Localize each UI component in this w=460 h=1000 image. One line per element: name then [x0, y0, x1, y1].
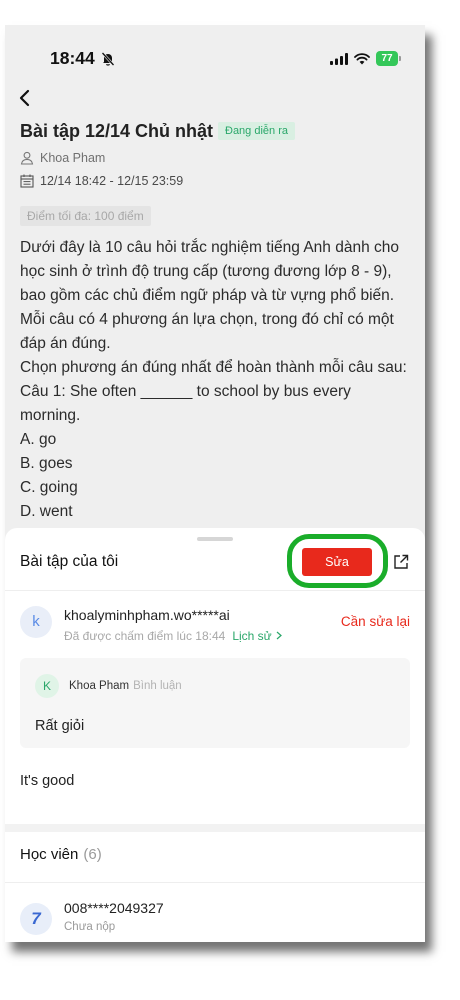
- description-line: Mỗi câu có 4 phương án lựa chọn, trong đ…: [20, 311, 394, 328]
- sheet-title: Bài tập của tôi: [20, 553, 119, 570]
- description-line: D. went: [20, 503, 73, 520]
- description-line: Câu 1: She often ______ to school by bus…: [20, 383, 351, 400]
- calendar-icon: [20, 174, 34, 188]
- history-link[interactable]: Lịch sử: [232, 628, 282, 643]
- comment-header: Khoa Pham Bình luận: [69, 678, 182, 694]
- section-separator: [5, 824, 425, 832]
- battery-icon: 77: [376, 51, 401, 66]
- description-line: đáp án đúng.: [20, 335, 111, 352]
- max-score-badge: Điểm tối đa: 100 điểm: [20, 206, 151, 226]
- status-badge: Đang diễn ra: [218, 122, 295, 140]
- edit-button[interactable]: Sửa: [302, 548, 372, 576]
- graded-text: Đã được chấm điểm lúc 18:44: [64, 629, 226, 643]
- description-line: Chọn phương án đúng nhất để hoàn thành m…: [20, 359, 407, 376]
- student-status: Chưa nộp: [64, 921, 116, 933]
- submission-status: Cần sửa lại: [340, 614, 410, 629]
- comment-avatar: K: [35, 674, 59, 698]
- students-label: Học viên: [20, 846, 79, 863]
- phone-screen: 18:44 77 Bài tập 12/14 Chủ nhật Đang diễ…: [5, 25, 425, 942]
- bell-slash-icon: [100, 51, 116, 67]
- description-line: Dưới đây là 10 câu hỏi trắc nghiệm tiếng…: [20, 239, 400, 256]
- my-work-sheet: Bài tập của tôi Sửa k khoalyminhpham.wo*…: [5, 528, 425, 942]
- students-count: (6): [83, 846, 102, 863]
- description-line: học sinh ở trình độ trung cấp (tương đươ…: [20, 263, 392, 280]
- students-header: Học viên (6): [20, 845, 102, 865]
- divider: [5, 590, 425, 591]
- student-avatar[interactable]: 7: [20, 903, 52, 935]
- description-line: A. go: [20, 431, 57, 448]
- chevron-left-icon[interactable]: [18, 89, 32, 107]
- author-name: Khoa Pham: [40, 151, 106, 165]
- description-line: B. goes: [20, 455, 73, 472]
- history-link-label: Lịch sử: [232, 629, 272, 643]
- comment-text: Rất giỏi: [35, 718, 85, 734]
- divider: [5, 882, 425, 883]
- chevron-right-icon: [276, 628, 282, 640]
- comment-author: Khoa Pham: [69, 680, 130, 692]
- description-line: morning.: [20, 407, 81, 424]
- signal-icon: [330, 52, 348, 65]
- description-line: C. going: [20, 479, 78, 496]
- battery-level: 77: [376, 51, 398, 66]
- comment-card: K Khoa Pham Bình luận Rất giỏi: [20, 658, 410, 748]
- page-title: Bài tập 12/14 Chủ nhật: [20, 121, 214, 141]
- drag-handle[interactable]: [197, 537, 233, 541]
- graded-info: Đã được chấm điểm lúc 18:44 Lịch sử: [64, 628, 282, 644]
- schedule-range: 12/14 18:42 - 12/15 23:59: [40, 174, 184, 188]
- description-line: bao gồm các chủ điểm ngữ pháp và từ vựng…: [20, 287, 395, 304]
- avatar: k: [20, 606, 52, 638]
- submission-account: khoalyminhpham.wo*****ai: [64, 607, 230, 623]
- assignment-description: Dưới đây là 10 câu hỏi trắc nghiệm tiếng…: [20, 236, 407, 524]
- answer-text: It's good: [20, 773, 75, 789]
- comment-label: Bình luận: [133, 680, 182, 692]
- student-id[interactable]: 008****2049327: [64, 899, 164, 917]
- external-link-icon[interactable]: [393, 554, 409, 570]
- status-time: 18:44: [50, 48, 95, 68]
- user-icon: [20, 151, 34, 165]
- wifi-icon: [354, 52, 370, 65]
